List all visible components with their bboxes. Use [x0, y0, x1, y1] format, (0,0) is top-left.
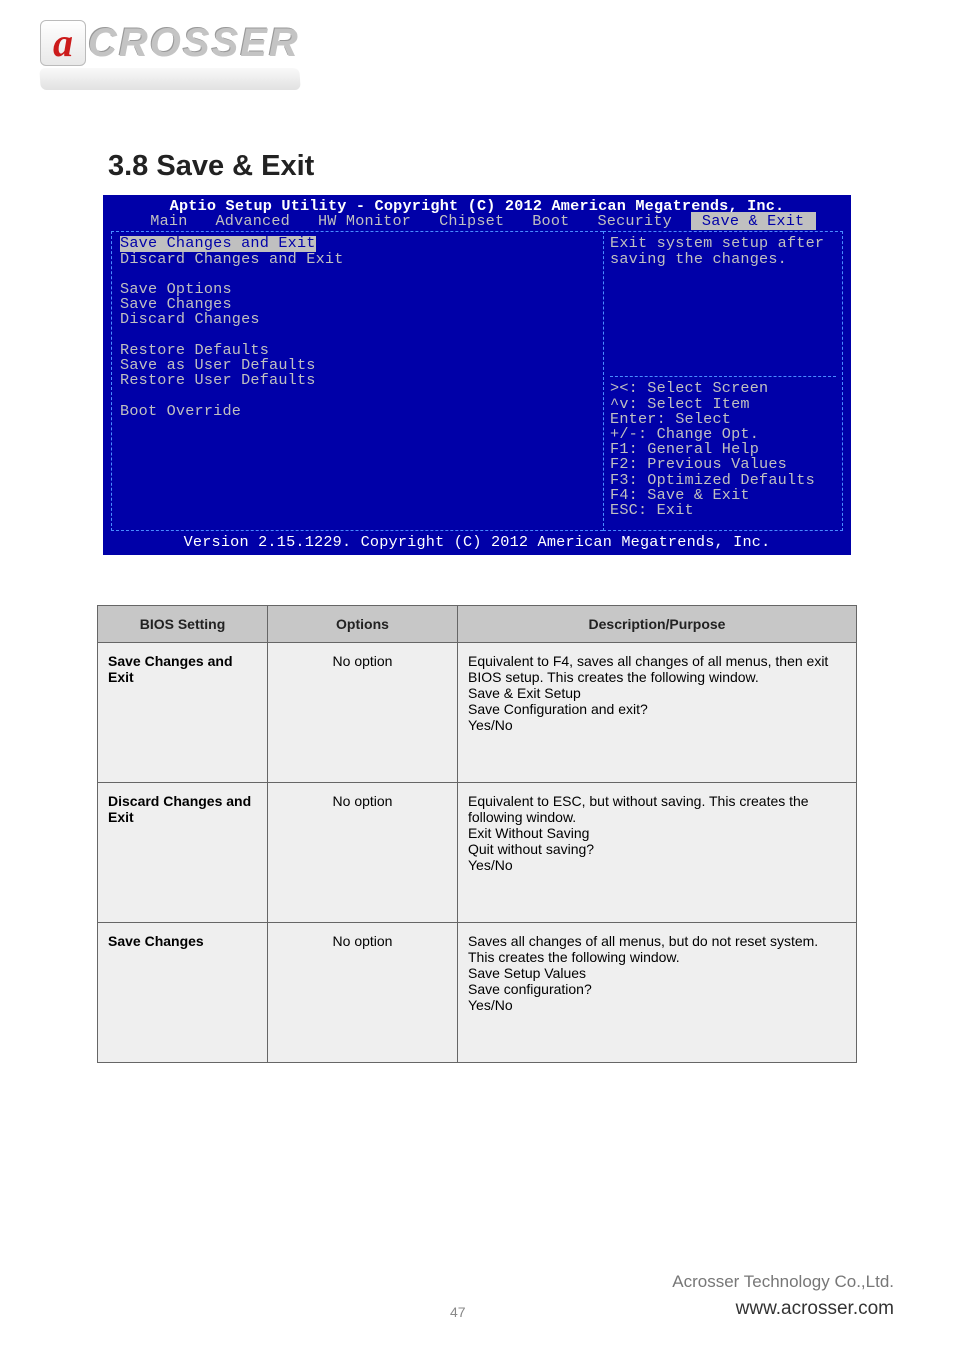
table-row: Save ChangesNo optionSaves all changes o…	[98, 922, 857, 1062]
bios-footer: Version 2.15.1229. Copyright (C) 2012 Am…	[105, 533, 849, 552]
cell-desc: Equivalent to ESC, but without saving. T…	[458, 782, 857, 922]
cell-desc: Equivalent to F4, saves all changes of a…	[458, 642, 857, 782]
bios-left-panel: Save Changes and ExitDiscard Changes and…	[111, 231, 603, 531]
bios-tab: Chipset	[430, 212, 514, 230]
table-row: Discard Changes and ExitNo optionEquival…	[98, 782, 857, 922]
bios-menu-item: Boot Override	[120, 404, 595, 419]
brand-word: CROSSER	[88, 20, 300, 66]
bios-menu-item: Discard Changes	[120, 312, 595, 327]
page-footer: Acrosser Technology Co.,Ltd. www.acrosse…	[672, 1272, 894, 1320]
table-row: Save Changes and ExitNo optionEquivalent…	[98, 642, 857, 782]
bios-tab: Main	[141, 212, 197, 230]
brand-logo-reflection	[39, 68, 301, 90]
bios-tab: HW Monitor	[309, 212, 421, 230]
table-header-options: Options	[268, 605, 458, 642]
footer-url: www.acrosser.com	[672, 1298, 894, 1320]
bios-tab: Save & Exit	[691, 212, 816, 230]
brand-logo: a CROSSER	[40, 20, 914, 66]
brand-mark: a	[40, 20, 86, 66]
cell-options: No option	[268, 782, 458, 922]
bios-help-text: Exit system setup after saving the chang…	[610, 236, 836, 376]
table-header-setting: BIOS Setting	[98, 605, 268, 642]
bios-tab: Security	[588, 212, 681, 230]
bios-menu-item: Discard Changes and Exit	[120, 252, 595, 267]
page-number: 47	[450, 1304, 466, 1320]
cell-options: No option	[268, 922, 458, 1062]
bios-tab: Boot	[523, 212, 579, 230]
cell-setting: Discard Changes and Exit	[98, 782, 268, 922]
bios-key-hints: ><: Select Screen ^v: Select Item Enter:…	[610, 376, 836, 518]
cell-desc: Saves all changes of all menus, but do n…	[458, 922, 857, 1062]
options-table: BIOS Setting Options Description/Purpose…	[97, 605, 857, 1063]
table-header-desc: Description/Purpose	[458, 605, 857, 642]
cell-setting: Save Changes	[98, 922, 268, 1062]
cell-options: No option	[268, 642, 458, 782]
cell-setting: Save Changes and Exit	[98, 642, 268, 782]
footer-company: Acrosser Technology Co.,Ltd.	[672, 1272, 894, 1292]
section-title: 3.8 Save & Exit	[108, 150, 914, 183]
bios-menu-item: Restore User Defaults	[120, 373, 595, 388]
bios-screenshot: Aptio Setup Utility - Copyright (C) 2012…	[103, 195, 851, 555]
bios-menubar: Main Advanced HW Monitor Chipset Boot Se…	[105, 214, 849, 231]
bios-right-panel: Exit system setup after saving the chang…	[603, 231, 843, 531]
bios-tab: Advanced	[206, 212, 299, 230]
